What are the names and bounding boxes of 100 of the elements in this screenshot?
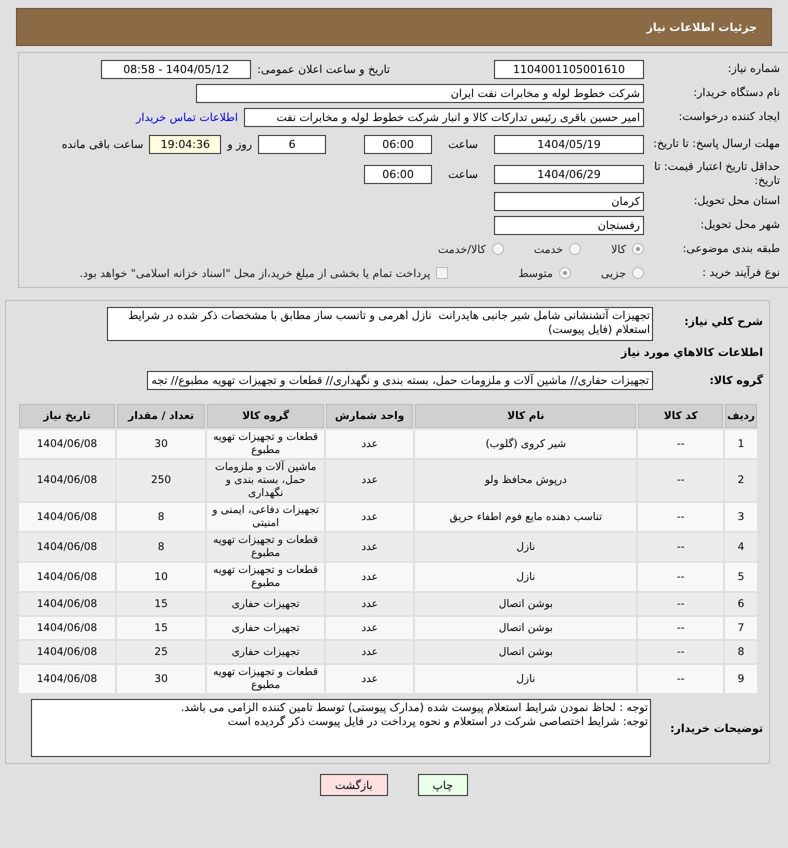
field-label: شماره نیاز: <box>726 62 781 76</box>
table-cell: 1404/06/08 <box>19 430 115 458</box>
table-cell: -- <box>638 593 724 615</box>
radio-button[interactable] <box>558 267 571 279</box>
radio-button[interactable] <box>632 267 644 279</box>
table-cell: -- <box>638 460 724 501</box>
column-header: ردیف <box>725 404 757 428</box>
text-field[interactable]: 1404/05/19 <box>494 134 644 154</box>
table-cell: عدد <box>326 430 414 458</box>
table-cell: قطعات و تجهیزات تهویه مطبوع <box>207 430 324 458</box>
table-cell: بوشن اتصال <box>415 641 636 663</box>
text-field[interactable]: امیر حسین باقری رئیس تدارکات کالا و انبار شرکت خطوط لوله و مخابرات نفت <box>244 108 644 126</box>
field-label: طبقه بندی موضوعی: <box>682 242 781 256</box>
table-cell: عدد <box>326 533 414 561</box>
table-cell: 1404/06/08 <box>19 533 115 561</box>
table-cell: ماشین آلات و ملزومات حمل، بسته بندی و نگهداری <box>207 460 324 501</box>
column-header: تعداد / مقدار <box>116 404 206 428</box>
table-cell: -- <box>638 665 724 693</box>
description-field[interactable]: تجهیزات آتشنشانی شامل شیر جانبی هایدرانت نازل اهرمی و تانسب ساز مطابق با مشخصات ذکر شده در شرایط استعلام (فایل پیوست) <box>107 307 653 341</box>
table-cell: 1404/06/08 <box>19 593 115 615</box>
field-label: ساعت باقی مانده <box>62 138 144 150</box>
table-cell: 15 <box>116 593 206 615</box>
table-cell: قطعات و تجهیزات تهویه مطبوع <box>207 533 324 561</box>
table-cell: عدد <box>326 617 414 639</box>
radio-button[interactable] <box>632 243 644 255</box>
field-label: گروه کالا: <box>708 374 764 387</box>
text-field[interactable]: رفسنجان <box>494 216 644 234</box>
column-header: واحد شمارش <box>326 404 414 428</box>
table-cell: نازل <box>415 665 636 693</box>
table-cell: 6 <box>725 593 757 615</box>
text-field[interactable]: 06:00 <box>364 164 432 184</box>
table-cell: نازل <box>415 533 636 561</box>
back-button[interactable]: بازگشت <box>320 774 388 796</box>
table-cell: تجهیزات حفاری <box>207 593 324 615</box>
contact-link[interactable]: اطلاعات تماس خریدار <box>136 110 238 124</box>
section-heading: اطلاعات كالاهاي مورد نياز <box>620 345 764 359</box>
table-cell: عدد <box>326 665 414 693</box>
text-field[interactable]: 6 <box>258 134 326 154</box>
table-cell: عدد <box>326 641 414 663</box>
column-header: کد کالا <box>638 404 724 428</box>
table-cell: 1404/06/08 <box>19 665 115 693</box>
text-field[interactable]: 1404/05/12 - 08:58 <box>101 60 252 78</box>
table-cell: 7 <box>725 617 757 639</box>
table-cell: -- <box>638 503 724 531</box>
table-cell: 5 <box>725 563 757 591</box>
field-label: شهر محل تحویل: <box>699 218 781 232</box>
text-field[interactable]: تجهیزات حفاری// ماشین آلات و ملزومات حمل، بسته بندی و نگهداری// قطعات و تجهیزات تهویه مطبوع// تجه <box>147 371 653 390</box>
radio-label: متوسط <box>518 266 553 280</box>
table-cell: 30 <box>116 665 206 693</box>
radio-label: کالا/خدمت <box>438 242 486 256</box>
table-cell: 15 <box>116 617 206 639</box>
radio-label: جزیی <box>600 266 626 280</box>
print-button[interactable]: چاپ <box>418 774 468 796</box>
radio-button[interactable] <box>569 243 582 255</box>
column-header: گروه کالا <box>207 404 324 428</box>
table-cell: -- <box>638 430 724 458</box>
field-label: ایجاد کننده درخواست: <box>678 110 781 124</box>
checkbox-label: پرداخت تمام یا بخشی از مبلغ خرید،از محل "اسناد خزانه اسلامی" خواهد بود. <box>80 266 430 280</box>
table-cell: نازل <box>415 563 636 591</box>
table-cell: 8 <box>116 533 206 561</box>
table-cell: درپوش محافظ ولو <box>415 460 636 501</box>
table-cell: 9 <box>725 665 757 693</box>
table-cell: بوشن اتصال <box>415 593 636 615</box>
table-cell: تجهیزات حفاری <box>207 617 324 639</box>
table-cell: 2 <box>725 460 757 501</box>
text-field[interactable]: 1404/06/29 <box>494 164 644 184</box>
page-title: جزئیات اطلاعات نیاز <box>646 20 757 34</box>
table-cell: 250 <box>116 460 206 501</box>
field-label: شرح كلي نياز: <box>683 314 764 328</box>
countdown-field[interactable]: 19:04:36 <box>149 134 222 154</box>
column-header: نام کالا <box>415 404 636 428</box>
radio-button[interactable] <box>492 243 504 255</box>
table-cell: عدد <box>326 460 414 501</box>
table-cell: 1404/06/08 <box>19 617 115 639</box>
field-label: ساعت <box>448 138 478 150</box>
table-cell: تجهیزات دفاعی، ایمنی و امنیتی <box>207 503 324 531</box>
checkbox[interactable] <box>436 267 448 279</box>
text-field[interactable]: 06:00 <box>364 134 432 154</box>
table-cell: قطعات و تجهیزات تهویه مطبوع <box>207 563 324 591</box>
table-cell: 4 <box>725 533 757 561</box>
field-label: روز و <box>227 138 252 150</box>
table-cell: -- <box>638 563 724 591</box>
text-field[interactable]: 1104001105001610 <box>494 60 644 78</box>
table-cell: 25 <box>116 641 206 663</box>
table-cell: -- <box>638 617 724 639</box>
table-cell: عدد <box>326 593 414 615</box>
radio-label: خدمت <box>534 242 564 256</box>
field-label: مهلت ارسال پاسخ: تا تاریخ: <box>652 137 781 151</box>
text-field[interactable]: شرکت خطوط لوله و مخابرات نفت ایران <box>196 84 644 102</box>
table-cell: 1404/06/08 <box>19 563 115 591</box>
notes-field[interactable]: توجه : لحاظ نمودن شرایط استعلام پیوست شده (مدارک پیوستی) توسط تامین کننده الزامی می باشد. توجه: شرایط اختصاصی شرکت در استعلام و نحوه پرداخت در فایل پیوست ذکر گردیده است <box>31 699 651 757</box>
table-cell: 10 <box>116 563 206 591</box>
table-cell: عدد <box>326 563 414 591</box>
table-cell: 1 <box>725 430 757 458</box>
table-cell: تجهیزات حفاری <box>207 641 324 663</box>
table-cell: شیر کروی (گلوب) <box>415 430 636 458</box>
field-label: نوع فرآیند خرید : <box>701 266 781 280</box>
text-field[interactable]: کرمان <box>494 192 644 210</box>
table-cell: قطعات و تجهیزات تهویه مطبوع <box>207 665 324 693</box>
field-label: حداقل تاریخ اعتبار قیمت: تا تاریخ: <box>653 160 781 188</box>
